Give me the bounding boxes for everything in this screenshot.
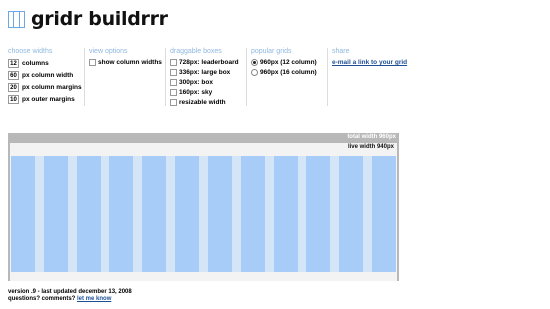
show-column-widths-label: show column widths [98,59,162,66]
column-width-label: px column width [22,72,74,79]
column-margins-input[interactable]: 20 [8,83,19,92]
box-label: 300px: box [179,79,213,86]
footer: version .9 - last updated december 13, 2… [8,289,132,303]
grid-column [11,156,35,272]
grid-column [306,156,331,272]
grid-column [175,156,200,272]
controls-panel: choose widths 12 columns 60 px column wi… [8,48,408,106]
contact-link[interactable]: let me know [77,296,111,302]
grid-preview: total width 960px live width 940px [8,133,399,281]
app-title: gridr buildrrr [31,8,168,30]
draggable-boxes-title: draggable boxes [170,48,222,55]
leaderboard-label: 728px: leaderboard [179,59,239,66]
grid-column [43,156,68,272]
choose-widths-title: choose widths [8,48,53,55]
contact-line: questions? comments? let me know [8,296,132,303]
total-width-label: total width 960px [347,134,396,140]
view-options-panel: view options show column widths [85,48,166,106]
version-text: version .9 - last updated december 13, 2… [8,289,132,295]
resizable-width-label: resizable width [179,99,226,106]
grid-column [371,156,396,272]
share-title: share [332,48,350,55]
columns-label: columns [22,60,49,67]
large-box-checkbox[interactable] [170,69,177,76]
sky-label: 160px: sky [179,89,213,96]
grid-column [273,156,298,272]
resizable-width-row: resizable width [170,99,244,106]
grid-column [109,156,134,272]
view-options-title: view options [89,48,128,55]
box-checkbox[interactable] [170,79,177,86]
outer-margins-label: px outer margins [22,96,75,103]
live-area: live width 940px [10,143,397,281]
grid-column [207,156,232,272]
outer-margins-row: 10 px outer margins [8,95,82,104]
grid-column [142,156,167,272]
columns-row: 12 columns [8,59,82,68]
share-panel: share e-mail a link to your grid [328,48,408,106]
show-column-widths-checkbox[interactable] [89,59,96,66]
grid-960-16-label: 960px (16 column) [260,69,317,76]
sky-row: 160px: sky [170,89,244,96]
grid-960-12-label: 960px (12 column) [260,59,317,66]
question-text: questions? comments? [8,296,76,302]
popular-grids-title: popular grids [251,48,292,55]
grid-column [339,156,364,272]
choose-widths-panel: choose widths 12 columns 60 px column wi… [8,48,85,106]
grid-logo-icon [8,10,25,28]
header: gridr buildrrr [8,8,168,30]
columns-input[interactable]: 12 [8,59,19,68]
grid-960-12-row: 960px (12 column) [251,59,325,66]
large-box-label: 336px: large box [179,69,231,76]
column-margins-row: 20 px column margins [8,83,82,92]
show-column-widths-row: show column widths [89,59,163,66]
leaderboard-row: 728px: leaderboard [170,59,244,66]
grid-960-16-radio[interactable] [251,69,258,76]
grid-column [76,156,101,272]
email-grid-link[interactable]: e-mail a link to your grid [332,59,407,66]
column-width-input[interactable]: 60 [8,71,19,80]
sky-checkbox[interactable] [170,89,177,96]
draggable-boxes-panel: draggable boxes 728px: leaderboard 336px… [166,48,247,106]
popular-grids-panel: popular grids 960px (12 column) 960px (1… [247,48,328,106]
grid-columns [11,156,396,272]
resizable-width-checkbox[interactable] [170,99,177,106]
grid-960-12-radio[interactable] [251,59,258,66]
share-link-row: e-mail a link to your grid [332,59,407,66]
grid-960-16-row: 960px (16 column) [251,69,325,76]
box-row: 300px: box [170,79,244,86]
column-margins-label: px column margins [22,84,82,91]
live-width-label: live width 940px [347,144,394,150]
large-box-row: 336px: large box [170,69,244,76]
column-width-row: 60 px column width [8,71,82,80]
leaderboard-checkbox[interactable] [170,59,177,66]
outer-margins-input[interactable]: 10 [8,95,19,104]
grid-column [240,156,265,272]
